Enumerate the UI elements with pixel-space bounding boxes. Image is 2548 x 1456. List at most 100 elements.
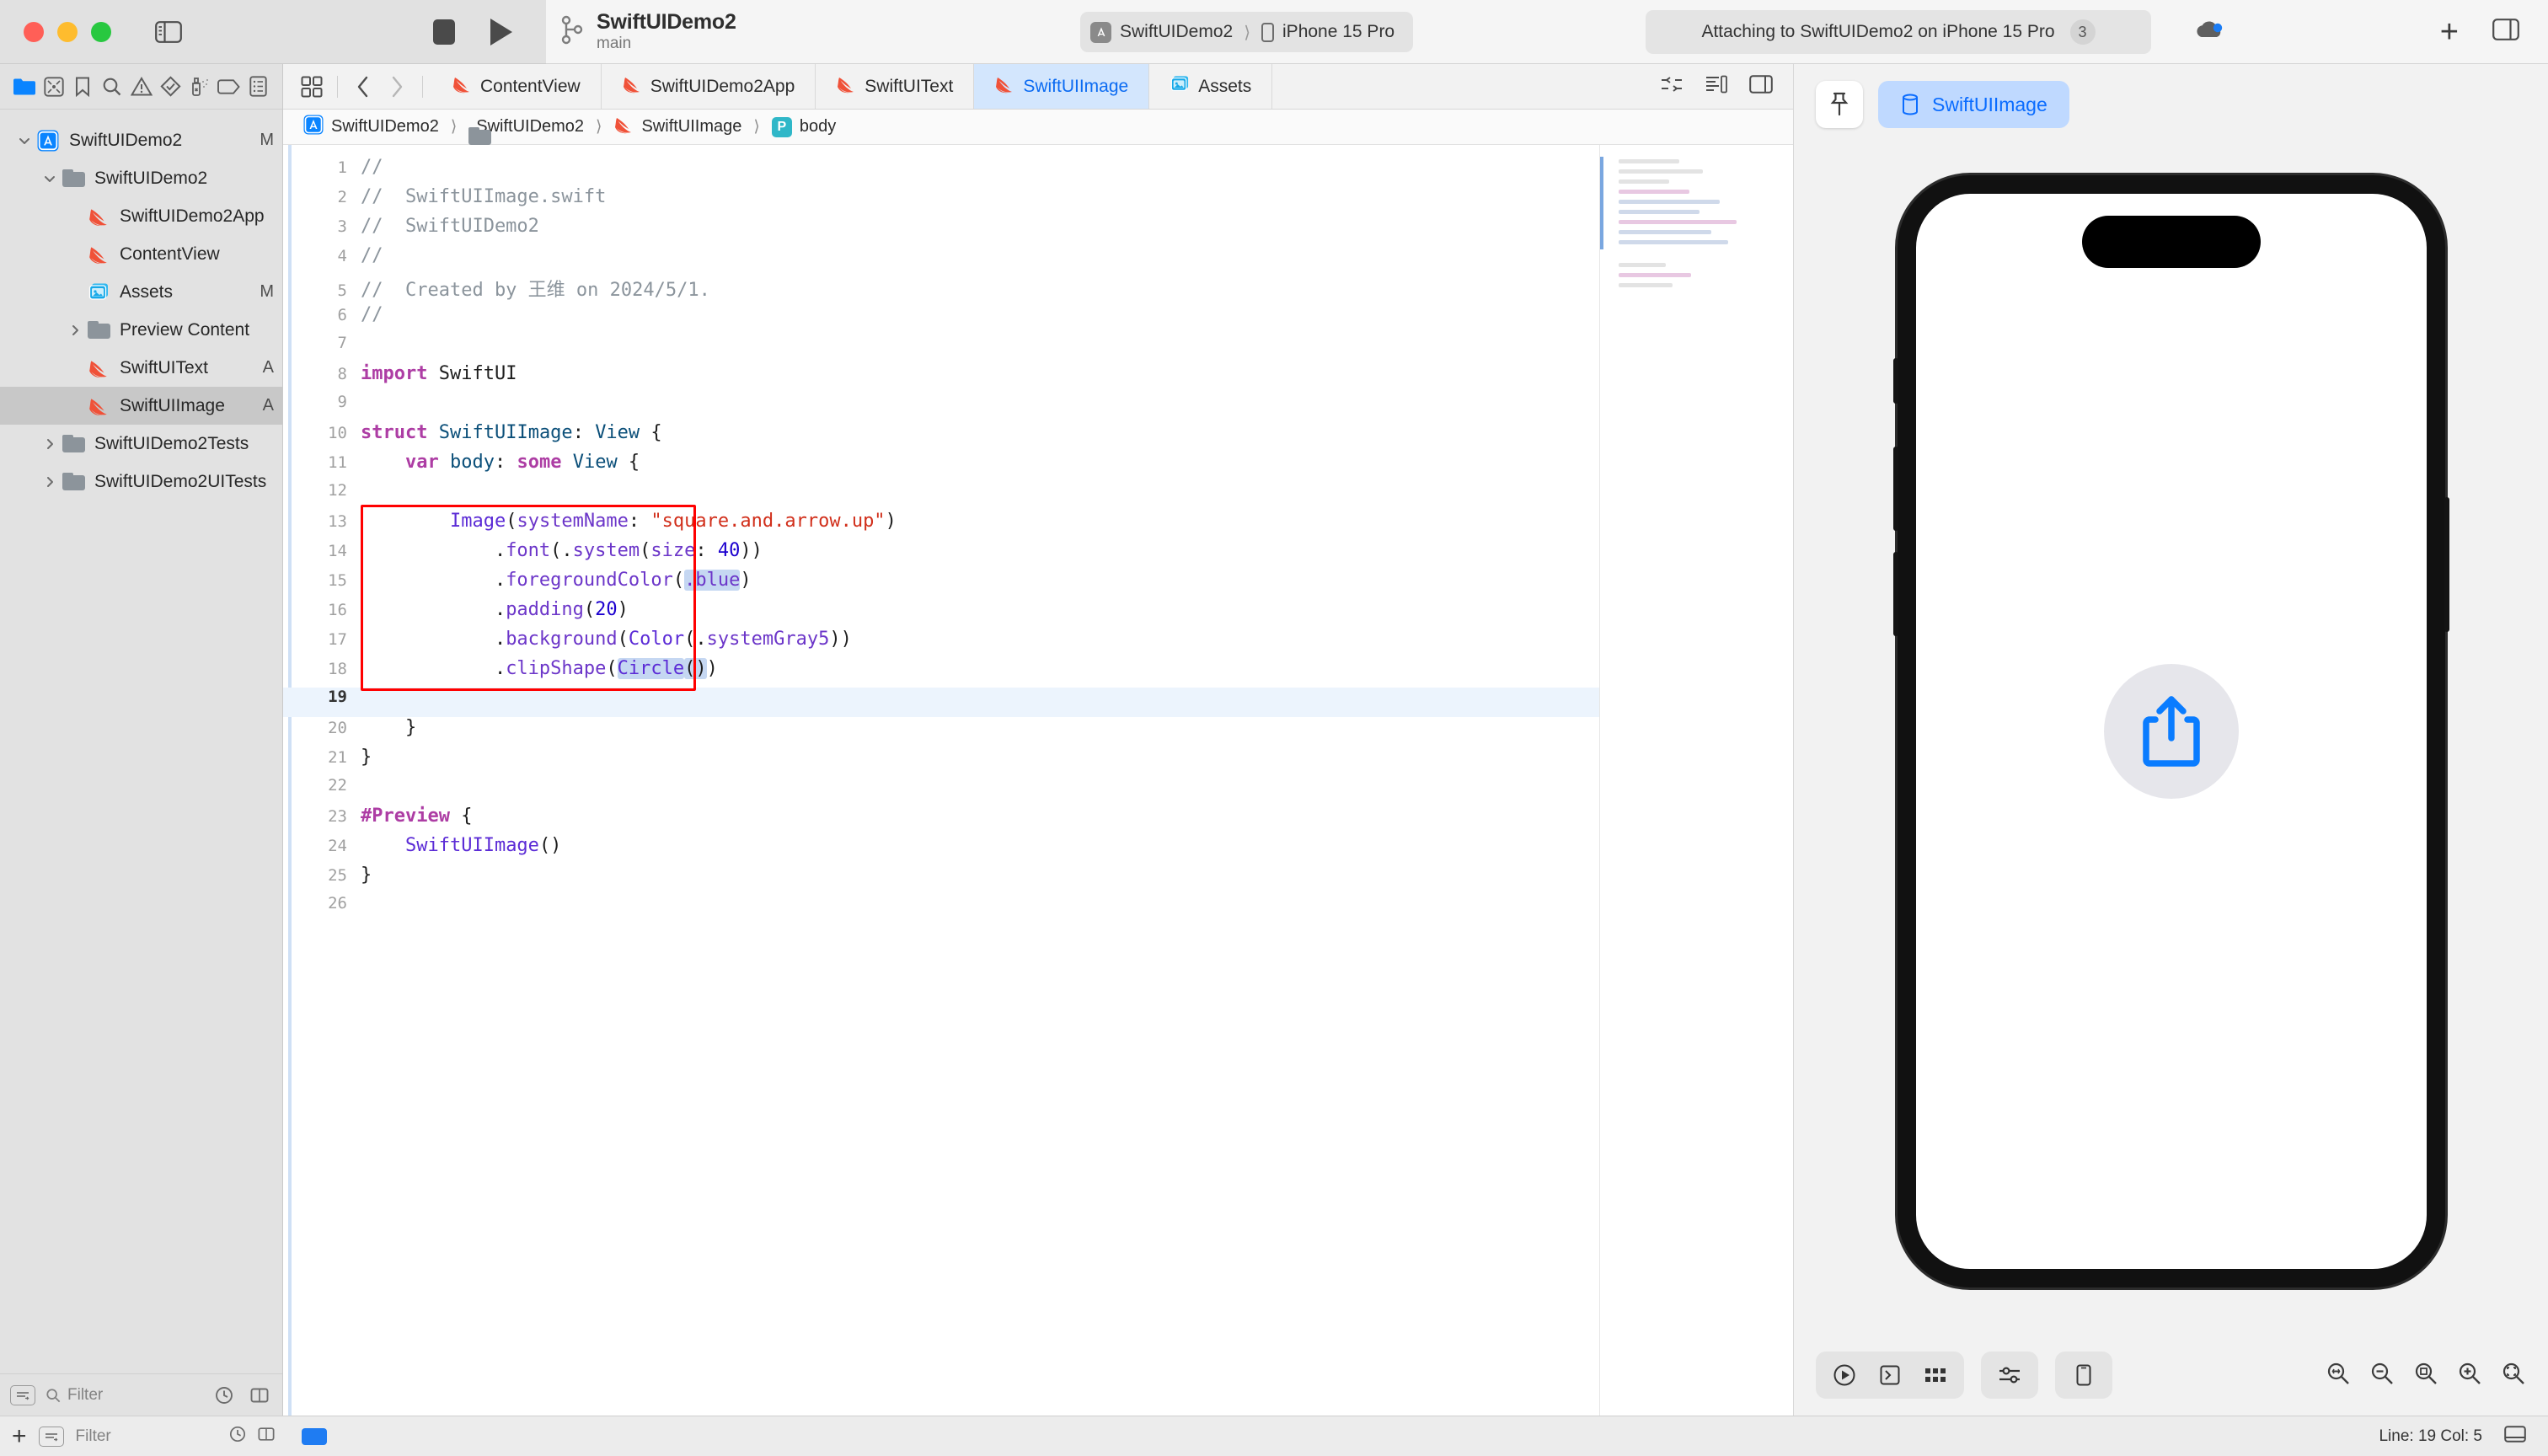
inspect-icon[interactable] (1870, 1357, 1910, 1394)
line-text[interactable]: .foregroundColor(.blue) (361, 570, 752, 591)
split-view-icon[interactable] (258, 1426, 275, 1447)
nav-item-swiftuidemo2app[interactable]: SwiftUIDemo2App (0, 197, 282, 235)
code-line[interactable]: 12 (283, 481, 1599, 511)
line-text[interactable]: Image(systemName: "square.and.arrow.up") (361, 511, 897, 532)
code-line[interactable]: 21} (283, 747, 1599, 776)
zoom-100-icon[interactable] (2413, 1361, 2438, 1390)
zoom-fit-icon[interactable] (2326, 1361, 2351, 1390)
editor-minimap-icon[interactable] (1705, 75, 1727, 98)
debug-area-toggle[interactable] (302, 1427, 327, 1445)
code-line[interactable]: 20 } (283, 717, 1599, 747)
nav-item-swiftuiimage[interactable]: SwiftUIImage A (0, 387, 282, 425)
tab-contentview[interactable]: ContentView (431, 64, 602, 109)
nav-item-swiftuidemo2tests[interactable]: SwiftUIDemo2Tests (0, 425, 282, 463)
code-line[interactable]: 23 #Preview { (283, 806, 1599, 835)
code-line[interactable]: 19 (283, 688, 1599, 717)
scheme-destination-selector[interactable]: SwiftUIDemo2 ⟩ iPhone 15 Pro (1080, 12, 1414, 52)
code-line[interactable]: 10 struct SwiftUIImage: View { (283, 422, 1599, 452)
zoom-out-icon[interactable] (2369, 1361, 2395, 1390)
line-text[interactable]: var body: some View { (361, 452, 640, 473)
close-button[interactable] (24, 21, 44, 42)
code-line[interactable]: 11 var body: some View { (283, 452, 1599, 481)
line-text[interactable]: // (361, 304, 383, 325)
line-text[interactable]: .clipShape(Circle()) (361, 658, 718, 679)
inspector-toggle-icon[interactable] (2492, 19, 2519, 45)
breadcrumb-item-swiftuiimage[interactable]: SwiftUIImage (613, 115, 741, 140)
forward-icon[interactable] (380, 70, 414, 104)
source-control-icon[interactable] (41, 74, 67, 99)
code-line[interactable]: 24 SwiftUIImage() (283, 835, 1599, 864)
code-line[interactable]: 15 .foregroundColor(.blue) (283, 570, 1599, 599)
code-line[interactable]: 26 (283, 894, 1599, 923)
source-code[interactable]: 1 // 2 // SwiftUIImage.swift 3 // SwiftUIDemo… (283, 145, 1599, 923)
code-line[interactable]: 14 .font(.system(size: 40)) (283, 540, 1599, 570)
minimize-button[interactable] (57, 21, 78, 42)
report-icon[interactable] (245, 74, 270, 99)
pin-icon[interactable] (1816, 81, 1863, 128)
device-preview-stage[interactable] (1794, 145, 2548, 1335)
back-icon[interactable] (346, 70, 380, 104)
zoom-in-icon[interactable] (2457, 1361, 2482, 1390)
filter-scope-icon[interactable] (10, 1384, 35, 1405)
breadcrumb-item-body[interactable]: Pbody (771, 116, 836, 137)
line-text[interactable]: } (361, 864, 372, 886)
add-editor-button[interactable]: + (2440, 16, 2459, 48)
line-text[interactable]: // SwiftUIImage.swift (361, 186, 606, 207)
run-button[interactable] (490, 18, 512, 46)
disclosure-triangle[interactable] (39, 475, 61, 489)
code-line[interactable]: 9 (283, 393, 1599, 422)
code-line[interactable]: 8 import SwiftUI (283, 363, 1599, 393)
filter-scope-icon[interactable] (38, 1426, 64, 1447)
stop-button[interactable] (433, 19, 455, 45)
editor-mode-icon[interactable] (1660, 75, 1684, 98)
search-icon[interactable] (99, 74, 125, 99)
code-line[interactable]: 3 // SwiftUIDemo2 (283, 216, 1599, 245)
line-text[interactable]: // Created by 王维 on 2024/5/1. (361, 275, 710, 302)
sidebar-toggle-icon[interactable] (150, 18, 187, 46)
nav-item-contentview[interactable]: ContentView (0, 235, 282, 273)
code-line[interactable]: 18 .clipShape(Circle()) (283, 658, 1599, 688)
activity-status-bar[interactable]: Attaching to SwiftUIDemo2 on iPhone 15 P… (1646, 10, 2151, 54)
code-line[interactable]: 17 .background(Color(.systemGray5)) (283, 629, 1599, 658)
code-line[interactable]: 7 (283, 334, 1599, 363)
nav-item-swiftuitext[interactable]: SwiftUIText A (0, 349, 282, 387)
line-text[interactable]: struct SwiftUIImage: View { (361, 422, 662, 443)
code-line[interactable]: 2 // SwiftUIImage.swift (283, 186, 1599, 216)
code-line[interactable]: 5 // Created by 王维 on 2024/5/1. (283, 275, 1599, 304)
nav-item-assets[interactable]: Assets M (0, 273, 282, 311)
breadcrumb-item-swiftuidemo2[interactable]: SwiftUIDemo2 (468, 117, 584, 136)
breadcrumb-item-swiftuidemo2[interactable]: SwiftUIDemo2 (303, 115, 439, 140)
breakpoint-icon[interactable] (216, 74, 241, 99)
device-settings-icon[interactable] (1989, 1357, 2030, 1394)
line-text[interactable]: .background(Color(.systemGray5)) (361, 629, 852, 650)
zoom-actual-icon[interactable] (2501, 1361, 2526, 1390)
folder-icon[interactable] (12, 74, 37, 99)
line-text[interactable]: import SwiftUI (361, 363, 517, 384)
code-line[interactable]: 22 (283, 776, 1599, 806)
nav-item-preview-content[interactable]: Preview Content (0, 311, 282, 349)
line-text[interactable]: // (361, 245, 383, 266)
nav-item-swiftuidemo2[interactable]: SwiftUIDemo2 (0, 159, 282, 197)
tab-swiftuidemo2app[interactable]: SwiftUIDemo2App (602, 64, 816, 109)
line-text[interactable]: .padding(20) (361, 599, 629, 620)
disclosure-triangle[interactable] (13, 134, 35, 147)
line-text[interactable]: // SwiftUIDemo2 (361, 216, 539, 237)
grid-layout-icon[interactable] (295, 70, 329, 104)
device-orientation-icon[interactable] (2064, 1357, 2104, 1394)
clock-icon[interactable] (229, 1426, 246, 1447)
code-line[interactable]: 25} (283, 864, 1599, 894)
tab-assets[interactable]: Assets (1149, 64, 1273, 109)
code-minimap[interactable] (1599, 145, 1793, 1416)
line-text[interactable]: .font(.system(size: 40)) (361, 540, 763, 561)
code-scroll-region[interactable]: 1 // 2 // SwiftUIImage.swift 3 // SwiftUIDemo… (283, 145, 1599, 1416)
code-line[interactable]: 1 // (283, 157, 1599, 186)
line-text[interactable]: } (361, 747, 372, 768)
tab-swiftuitext[interactable]: SwiftUIText (816, 64, 975, 109)
play-icon[interactable] (1824, 1357, 1865, 1394)
code-line[interactable]: 4 // (283, 245, 1599, 275)
debug-icon[interactable] (187, 74, 212, 99)
nav-item-swiftuidemo2uitests[interactable]: SwiftUIDemo2UITests (0, 463, 282, 500)
debug-console-toggle-icon[interactable] (2504, 1425, 2526, 1448)
status-filter-placeholder[interactable]: Filter (76, 1427, 111, 1446)
code-line[interactable]: 6 // (283, 304, 1599, 334)
